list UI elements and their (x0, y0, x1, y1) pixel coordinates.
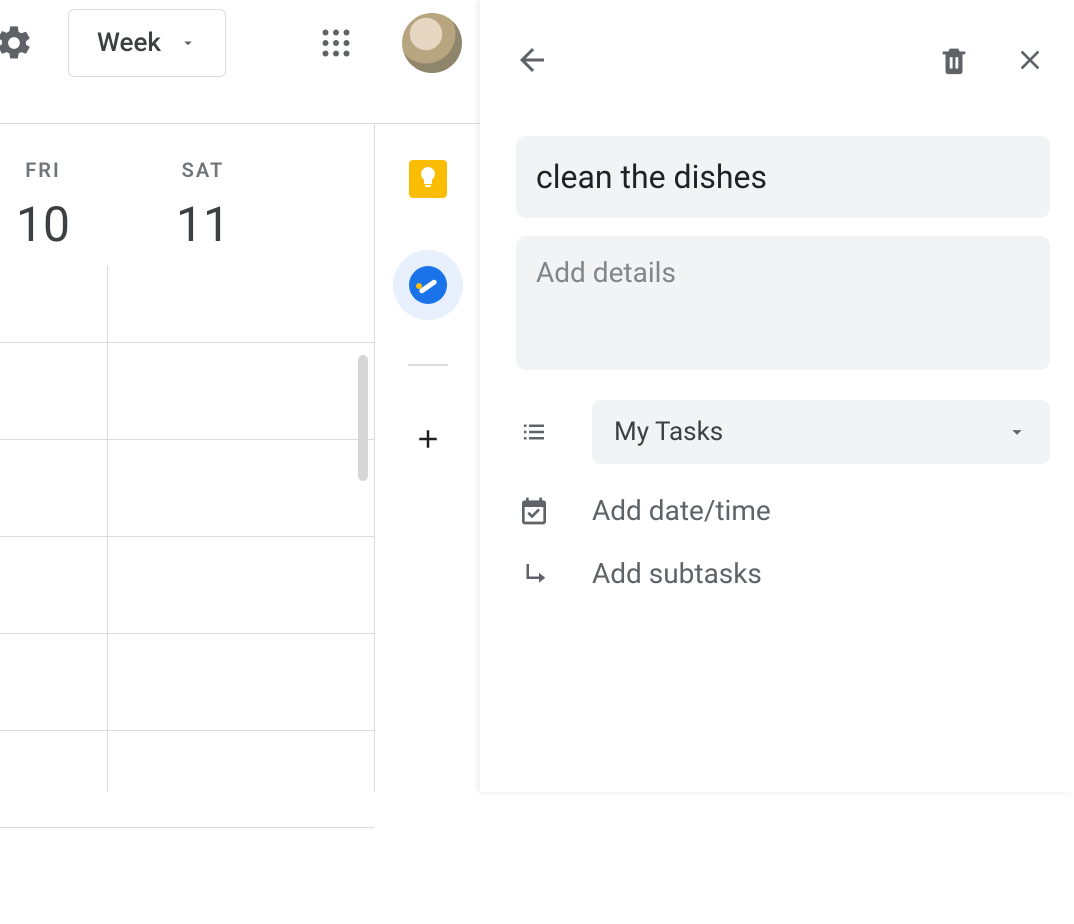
calendar-grid-area: FRI 10 SAT 11 (0, 124, 374, 792)
view-selector-label: Week (97, 28, 161, 58)
day-headers: FRI 10 SAT 11 (0, 124, 374, 284)
task-list-row: My Tasks (516, 400, 1050, 464)
plus-icon (413, 424, 443, 454)
keep-app-button[interactable] (409, 160, 447, 198)
chevron-down-icon (1006, 421, 1028, 443)
day-number: 11 (98, 196, 308, 253)
task-details-placeholder: Add details (536, 256, 676, 289)
tasks-app-button[interactable] (393, 250, 463, 320)
calendar-check-icon (516, 495, 552, 527)
lightbulb-icon (418, 166, 438, 192)
rail-divider (408, 364, 448, 366)
task-details-input[interactable]: Add details (516, 236, 1050, 370)
add-subtasks-label: Add subtasks (592, 557, 762, 590)
day-of-week-label: FRI (0, 158, 98, 182)
chevron-down-icon (179, 34, 197, 52)
task-detail-panel: clean the dishes Add details My Tasks Ad… (480, 0, 1074, 792)
add-addon-button[interactable] (413, 424, 443, 454)
day-of-week-label: SAT (98, 158, 308, 182)
add-date-time-label: Add date/time (592, 494, 771, 527)
tasks-icon (409, 266, 447, 304)
subtask-arrow-icon (516, 559, 552, 589)
delete-task-button[interactable] (930, 36, 978, 84)
task-panel-header (480, 0, 1074, 120)
side-panel-divider (374, 124, 375, 792)
google-apps-button[interactable] (318, 25, 354, 61)
gear-icon (0, 23, 34, 63)
time-grid[interactable] (0, 342, 374, 792)
close-icon (1014, 44, 1046, 76)
task-title-text: clean the dishes (536, 158, 767, 196)
apps-grid-icon (318, 25, 354, 61)
arrow-left-icon (514, 42, 550, 78)
view-selector[interactable]: Week (68, 9, 226, 77)
side-rail (376, 124, 480, 792)
day-column-sat[interactable]: SAT 11 (98, 124, 308, 284)
task-list-selected-label: My Tasks (614, 417, 723, 447)
task-title-input[interactable]: clean the dishes (516, 136, 1050, 218)
scrollbar-thumb[interactable] (358, 355, 368, 481)
back-button[interactable] (508, 36, 556, 84)
settings-button[interactable] (0, 19, 38, 67)
close-panel-button[interactable] (1006, 36, 1054, 84)
grid-column-divider (107, 266, 108, 792)
add-subtasks-button[interactable]: Add subtasks (516, 557, 1050, 590)
day-column-fri[interactable]: FRI 10 (0, 124, 98, 284)
day-number: 10 (0, 196, 98, 253)
task-list-select[interactable]: My Tasks (592, 400, 1050, 464)
list-icon (516, 417, 552, 447)
account-avatar[interactable] (402, 13, 462, 73)
trash-icon (937, 43, 971, 77)
add-date-time-button[interactable]: Add date/time (516, 494, 1050, 527)
